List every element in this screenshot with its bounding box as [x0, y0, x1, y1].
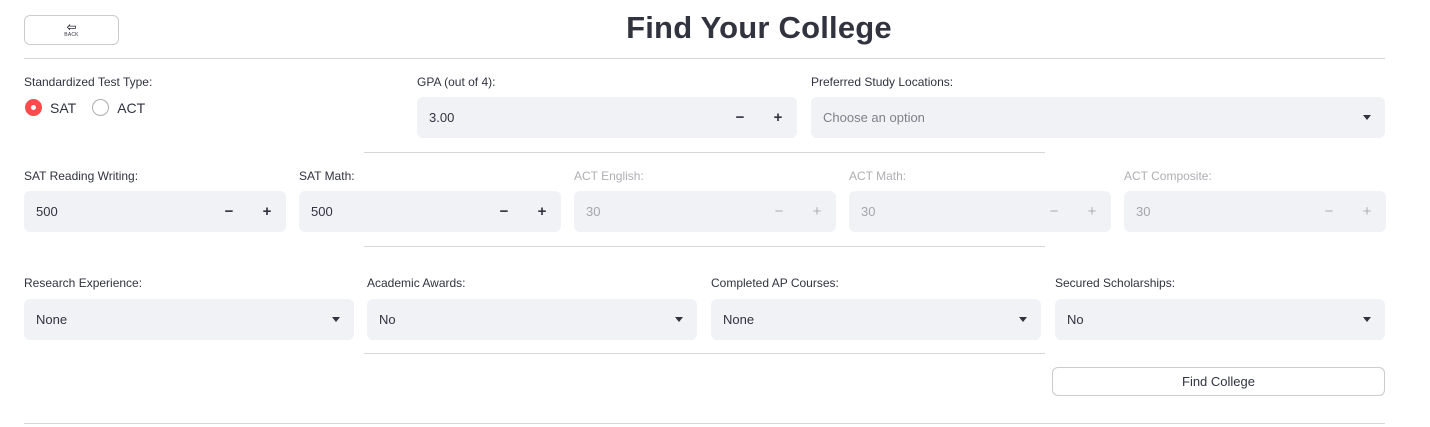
act-english-input: 30 − + — [574, 191, 836, 232]
row-divider-1 — [364, 152, 1045, 153]
ap-select[interactable]: None — [711, 299, 1041, 340]
gpa-value[interactable]: 3.00 — [417, 110, 721, 125]
scholarships-value: No — [1067, 312, 1084, 327]
scholarships-label: Secured Scholarships: — [1055, 276, 1176, 290]
act-composite-value: 30 — [1136, 204, 1151, 219]
test-type-label: Standardized Test Type: — [24, 75, 153, 89]
act-math-increment-button: + — [1087, 203, 1097, 220]
chevron-down-icon[interactable] — [1363, 115, 1371, 120]
gpa-decrement-button[interactable]: − — [721, 97, 759, 138]
radio-sat-indicator[interactable] — [25, 99, 42, 116]
awards-select[interactable]: No — [367, 299, 697, 340]
locations-placeholder: Choose an option — [823, 110, 925, 125]
sat-math-label: SAT Math: — [299, 169, 355, 183]
chevron-down-icon[interactable] — [675, 317, 683, 322]
row-divider-2 — [364, 246, 1045, 247]
research-select[interactable]: None — [24, 299, 354, 340]
research-value: None — [36, 312, 68, 327]
sat-rw-decrement-button[interactable]: − — [210, 191, 248, 232]
gpa-label: GPA (out of 4): — [417, 75, 496, 89]
act-math-value: 30 — [861, 204, 876, 219]
act-english-label: ACT English: — [574, 169, 644, 183]
gpa-increment-button[interactable]: + — [759, 97, 797, 138]
gpa-input[interactable]: 3.00 − + — [417, 97, 797, 138]
act-composite-input: 30 − + — [1124, 191, 1386, 232]
sat-rw-label: SAT Reading Writing: — [24, 169, 139, 183]
ap-label: Completed AP Courses: — [711, 276, 839, 290]
act-english-value: 30 — [586, 204, 601, 219]
act-english-decrement-button: − — [774, 203, 784, 220]
ap-value: None — [723, 312, 755, 327]
research-label: Research Experience: — [24, 276, 143, 290]
title-divider — [24, 58, 1385, 59]
locations-select[interactable]: Choose an option — [811, 97, 1385, 138]
radio-sat-label: SAT — [50, 99, 77, 116]
sat-rw-value[interactable]: 500 — [24, 204, 210, 219]
chevron-down-icon[interactable] — [1363, 317, 1371, 322]
act-math-decrement-button: − — [1049, 203, 1059, 220]
sat-math-input[interactable]: 500 − + — [299, 191, 561, 232]
sat-rw-increment-button[interactable]: + — [248, 191, 286, 232]
act-english-increment-button: + — [812, 203, 822, 220]
locations-label: Preferred Study Locations: — [811, 75, 954, 89]
page-title: Find Your College — [626, 10, 892, 45]
chevron-down-icon[interactable] — [332, 317, 340, 322]
radio-sat[interactable]: SAT — [25, 99, 76, 116]
awards-label: Academic Awards: — [367, 276, 466, 290]
radio-act[interactable]: ACT — [92, 99, 145, 116]
bottom-divider — [24, 423, 1385, 424]
scholarships-select[interactable]: No — [1055, 299, 1385, 340]
act-composite-label: ACT Composite: — [1124, 169, 1212, 183]
sat-math-increment-button[interactable]: + — [523, 191, 561, 232]
chevron-down-icon[interactable] — [1019, 317, 1027, 322]
radio-act-indicator[interactable] — [92, 99, 110, 116]
test-type-radio-group: SAT ACT — [25, 99, 145, 116]
act-composite-increment-button: + — [1362, 203, 1372, 220]
find-college-button[interactable]: Find College — [1052, 367, 1385, 396]
sat-math-value[interactable]: 500 — [299, 204, 485, 219]
sat-rw-input[interactable]: 500 − + — [24, 191, 286, 232]
radio-act-label: ACT — [117, 99, 146, 116]
row-divider-3 — [364, 353, 1045, 354]
sat-math-decrement-button[interactable]: − — [485, 191, 523, 232]
awards-value: No — [379, 312, 396, 327]
act-composite-decrement-button: − — [1324, 203, 1334, 220]
act-math-input: 30 − + — [849, 191, 1111, 232]
act-math-label: ACT Math: — [849, 169, 907, 183]
